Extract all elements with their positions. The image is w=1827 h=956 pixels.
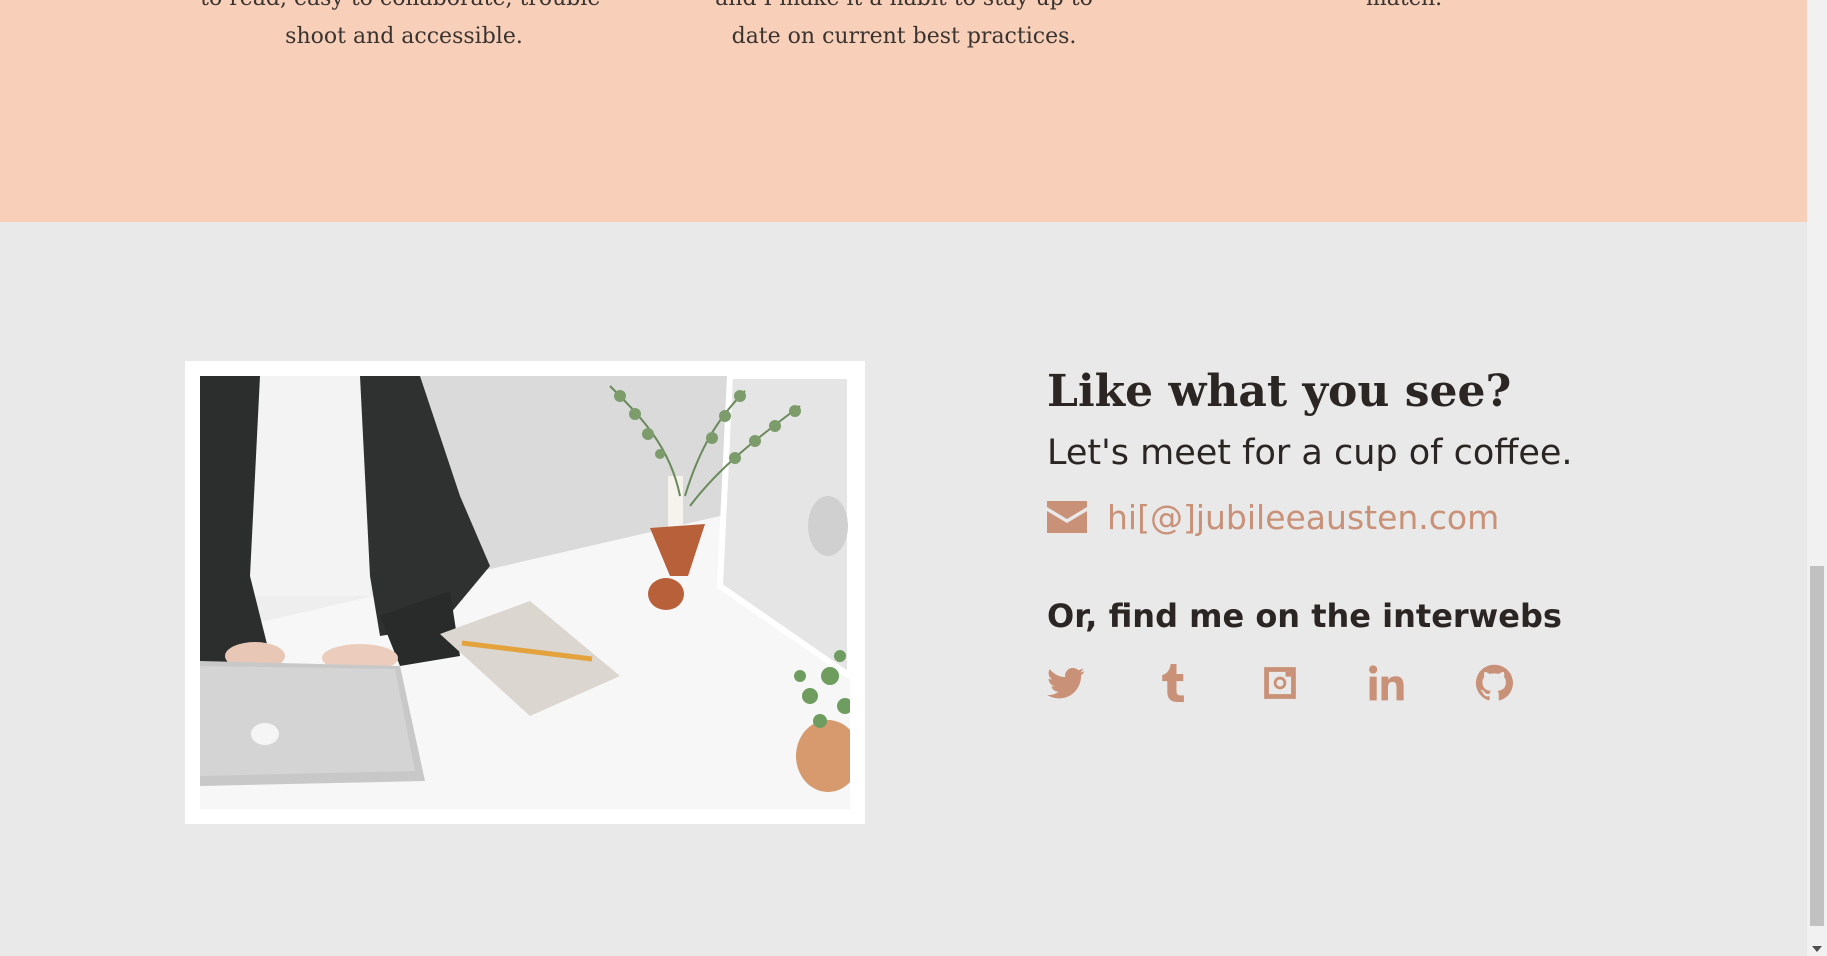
contact-subtitle: Let's meet for a cup of coffee. <box>1047 433 1573 473</box>
photo-frame <box>185 361 865 824</box>
linkedin-icon[interactable] <box>1368 664 1406 702</box>
email-row: hi[@]jubileeausten.com <box>1047 492 1727 542</box>
features-section: to read, easy to collaborate, trouble- s… <box>0 0 1807 222</box>
contact-section: Like what you see? Let's meet for a cup … <box>0 222 1807 956</box>
twitter-icon[interactable] <box>1047 664 1085 702</box>
vertical-scrollbar[interactable] <box>1807 0 1827 956</box>
scroll-down-arrow-icon[interactable] <box>1812 946 1822 952</box>
envelope-icon <box>1047 501 1087 533</box>
instagram-icon[interactable] <box>1261 664 1299 702</box>
page: to read, easy to collaborate, trouble- s… <box>0 0 1807 956</box>
feature-description: match. <box>1194 0 1614 18</box>
social-heading: Or, find me on the interwebs <box>1047 597 1562 635</box>
tumblr-icon[interactable] <box>1154 664 1192 702</box>
github-icon[interactable] <box>1475 664 1513 702</box>
desk-photo <box>200 376 850 809</box>
contact-title: Like what you see? <box>1047 366 1512 417</box>
feature-description: to read, easy to collaborate, trouble- s… <box>200 0 608 49</box>
email-link[interactable]: hi[@]jubileeausten.com <box>1107 498 1499 537</box>
social-links <box>1047 664 1727 702</box>
feature-description: and I make it a habit to stay up to date… <box>715 0 1093 49</box>
scrollbar-thumb[interactable] <box>1810 566 1824 926</box>
contact-cta: Like what you see? Let's meet for a cup … <box>1047 364 1727 702</box>
